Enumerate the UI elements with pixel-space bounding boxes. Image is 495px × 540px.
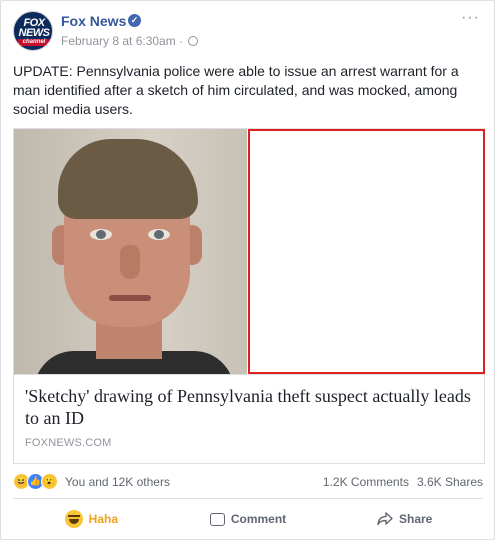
redacted-image-box (248, 129, 485, 374)
reactions-count-link[interactable]: You and 12K others (65, 475, 170, 489)
haha-button[interactable]: Haha (13, 501, 170, 537)
post-actions: Haha Comment Share (13, 501, 483, 537)
fox-news-logo-channel: channel (18, 39, 50, 46)
haha-button-label: Haha (88, 512, 118, 526)
post-timestamp[interactable]: February 8 at 6:30am (61, 34, 176, 48)
reaction-icons[interactable]: 😆 👍 😮 (13, 473, 63, 491)
suspect-mugshot-image (14, 129, 247, 374)
comment-bubble-icon (209, 512, 225, 526)
share-arrow-icon (377, 512, 393, 526)
facebook-post-card: FOX NEWS channel Fox News ✓ February 8 a… (0, 0, 495, 540)
wow-reaction-icon: 😮 (41, 473, 58, 490)
globe-icon[interactable] (188, 36, 199, 46)
meta-separator: · (175, 34, 187, 48)
comment-button-label: Comment (230, 512, 287, 526)
post-text: UPDATE: Pennsylvania police were able to… (13, 63, 459, 117)
page-avatar[interactable]: FOX NEWS channel (13, 11, 53, 51)
shares-count-link[interactable]: 3.6K Shares (417, 475, 483, 489)
haha-face-icon (64, 510, 83, 528)
action-divider (13, 498, 483, 499)
link-domain: FOXNEWS.COM (25, 437, 112, 449)
link-preview-card[interactable]: 'Sketchy' drawing of Pennsylvania theft … (13, 128, 485, 464)
link-title[interactable]: 'Sketchy' drawing of Pennsylvania theft … (25, 385, 475, 429)
comments-count-link[interactable]: 1.2K Comments (323, 475, 409, 489)
engagement-counts: 1.2K Comments 3.6K Shares (315, 475, 483, 489)
post-header: FOX NEWS channel Fox News ✓ February 8 a… (13, 9, 482, 55)
share-button-label: Share (399, 512, 433, 526)
comment-button[interactable]: Comment (170, 501, 327, 537)
post-meta: February 8 at 6:30am · (61, 34, 199, 48)
fox-news-logo: FOX NEWS (18, 17, 51, 39)
page-name-link[interactable]: Fox News (61, 13, 126, 29)
more-options-icon[interactable]: ··· (461, 9, 480, 27)
link-preview-body[interactable]: 'Sketchy' drawing of Pennsylvania theft … (14, 374, 484, 463)
share-button[interactable]: Share (326, 501, 483, 537)
verified-badge-icon: ✓ (128, 14, 141, 27)
reactions-summary-bar: 😆 👍 😮 You and 12K others 1.2K Comments 3.… (13, 471, 483, 493)
